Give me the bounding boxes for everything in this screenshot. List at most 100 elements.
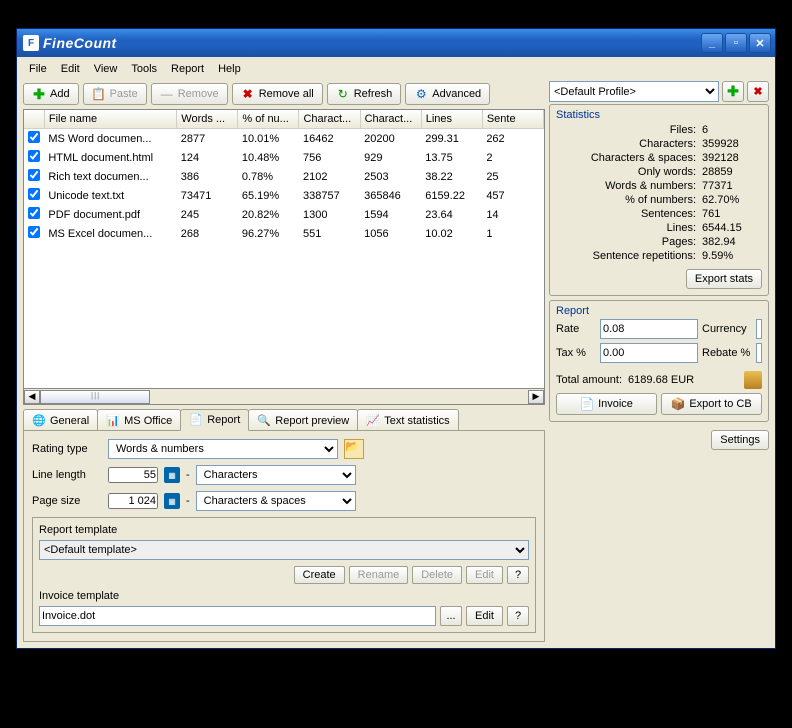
invoice-edit-button[interactable]: Edit <box>466 606 503 626</box>
advanced-button[interactable]: ⚙Advanced <box>405 83 490 105</box>
remove-button[interactable]: —Remove <box>151 83 228 105</box>
rate-input[interactable] <box>600 319 698 339</box>
rename-button[interactable]: Rename <box>349 566 409 584</box>
stat-row: Lines: 6544.15 <box>556 221 762 235</box>
report-icon: 📄 <box>189 413 203 427</box>
delete-profile-button[interactable]: ✖ <box>747 81 769 102</box>
tab-general[interactable]: 🌐General <box>23 409 98 431</box>
menu-view[interactable]: View <box>88 61 124 77</box>
cell-sent: 457 <box>482 186 543 205</box>
folder-icon[interactable]: 📂 <box>344 439 364 459</box>
table-row[interactable]: HTML document.html 124 10.48% 756 929 13… <box>24 148 544 167</box>
currency-input[interactable] <box>756 319 762 339</box>
cell-chars2: 2503 <box>360 167 421 186</box>
report-group: Report Rate Currency Tax % Rebate % Tota… <box>549 300 769 422</box>
rating-type-select[interactable]: Words & numbers <box>108 439 338 459</box>
table-row[interactable]: Unicode text.txt 73471 65.19% 338757 365… <box>24 186 544 205</box>
remove-all-button[interactable]: ✖Remove all <box>232 83 323 105</box>
currency-label: Currency <box>702 323 752 335</box>
table-row[interactable]: MS Excel documen... 268 96.27% 551 1056 … <box>24 224 544 243</box>
invoice-template-input[interactable] <box>39 606 436 626</box>
report-template-select[interactable]: <Default template> <box>39 540 529 560</box>
menu-tools[interactable]: Tools <box>125 61 163 77</box>
calculator-icon[interactable]: ▦ <box>164 493 180 509</box>
export-cb-button[interactable]: 📦Export to CB <box>661 393 762 415</box>
preview-icon: 🔍 <box>257 414 271 428</box>
tab-preview[interactable]: 🔍Report preview <box>248 409 358 431</box>
total-label: Total amount: <box>556 374 622 386</box>
close-button[interactable]: ✕ <box>749 33 771 53</box>
office-icon: 📊 <box>106 414 120 428</box>
profile-select[interactable]: <Default Profile> <box>549 81 719 102</box>
invoice-button[interactable]: 📄Invoice <box>556 393 657 415</box>
tab-report[interactable]: 📄Report <box>180 409 249 431</box>
table-row[interactable]: Rich text documen... 386 0.78% 2102 2503… <box>24 167 544 186</box>
edit-button[interactable]: Edit <box>466 566 503 584</box>
x-icon: ✖ <box>241 87 255 101</box>
menu-file[interactable]: File <box>23 61 53 77</box>
row-checkbox[interactable] <box>28 226 40 238</box>
titlebar[interactable]: F FineCount _ ▫ ✕ <box>17 29 775 57</box>
minimize-button[interactable]: _ <box>701 33 723 53</box>
tax-input[interactable] <box>600 343 698 363</box>
column-header[interactable]: Charact... <box>360 110 421 129</box>
cell-sent: 2 <box>482 148 543 167</box>
table-row[interactable]: PDF document.pdf 245 20.82% 1300 1594 23… <box>24 205 544 224</box>
delete-button[interactable]: Delete <box>412 566 462 584</box>
minus-icon: — <box>160 87 174 101</box>
money-icon <box>744 371 762 389</box>
table-row[interactable]: MS Word documen... 2877 10.01% 16462 202… <box>24 129 544 149</box>
horizontal-scrollbar[interactable]: ◀ ▶ <box>23 389 545 405</box>
page-size-unit-select[interactable]: Characters & spaces <box>196 491 356 511</box>
cell-chars1: 2102 <box>299 167 360 186</box>
rating-type-label: Rating type <box>32 443 102 455</box>
file-table[interactable]: File nameWords ...% of nu...Charact...Ch… <box>23 109 545 389</box>
add-profile-button[interactable]: ✚ <box>722 81 744 102</box>
restore-button[interactable]: ▫ <box>725 33 747 53</box>
scroll-right-arrow[interactable]: ▶ <box>528 390 544 404</box>
cell-words: 2877 <box>177 129 238 149</box>
create-button[interactable]: Create <box>294 566 345 584</box>
cell-chars2: 929 <box>360 148 421 167</box>
help-button[interactable]: ? <box>507 566 529 584</box>
cell-pct: 65.19% <box>238 186 299 205</box>
column-header[interactable]: Words ... <box>177 110 238 129</box>
menu-report[interactable]: Report <box>165 61 210 77</box>
scroll-thumb[interactable] <box>40 390 150 404</box>
calculator-icon[interactable]: ▦ <box>164 467 180 483</box>
rebate-input[interactable] <box>756 343 762 363</box>
stat-value: 6 <box>702 124 762 136</box>
cell-lines: 299.31 <box>421 129 482 149</box>
line-length-input[interactable] <box>108 467 158 483</box>
tab-msoffice[interactable]: 📊MS Office <box>97 409 181 431</box>
page-size-input[interactable] <box>108 493 158 509</box>
column-header[interactable]: File name <box>44 110 176 129</box>
invoice-help-button[interactable]: ? <box>507 606 529 626</box>
cell-chars2: 20200 <box>360 129 421 149</box>
row-checkbox[interactable] <box>28 131 40 143</box>
cell-pct: 20.82% <box>238 205 299 224</box>
browse-button[interactable]: ... <box>440 606 462 626</box>
settings-button[interactable]: Settings <box>711 430 769 450</box>
stat-value: 6544.15 <box>702 222 762 234</box>
row-checkbox[interactable] <box>28 207 40 219</box>
row-checkbox[interactable] <box>28 169 40 181</box>
refresh-button[interactable]: ↻Refresh <box>327 83 402 105</box>
statistics-group: Statistics Files: 6 Characters: 359928 C… <box>549 104 769 296</box>
stat-value: 392128 <box>702 152 762 164</box>
tab-textstats[interactable]: 📈Text statistics <box>357 409 458 431</box>
line-length-unit-select[interactable]: Characters <box>196 465 356 485</box>
add-button[interactable]: ✚Add <box>23 83 79 105</box>
column-header[interactable]: Sente <box>482 110 543 129</box>
row-checkbox[interactable] <box>28 188 40 200</box>
scroll-left-arrow[interactable]: ◀ <box>24 390 40 404</box>
column-header[interactable]: % of nu... <box>238 110 299 129</box>
column-header[interactable]: Charact... <box>299 110 360 129</box>
export-stats-button[interactable]: Export stats <box>686 269 762 289</box>
menu-edit[interactable]: Edit <box>55 61 86 77</box>
column-header[interactable]: Lines <box>421 110 482 129</box>
row-checkbox[interactable] <box>28 150 40 162</box>
menu-help[interactable]: Help <box>212 61 247 77</box>
stat-label: Characters & spaces: <box>556 152 702 164</box>
paste-button[interactable]: 📋Paste <box>83 83 147 105</box>
